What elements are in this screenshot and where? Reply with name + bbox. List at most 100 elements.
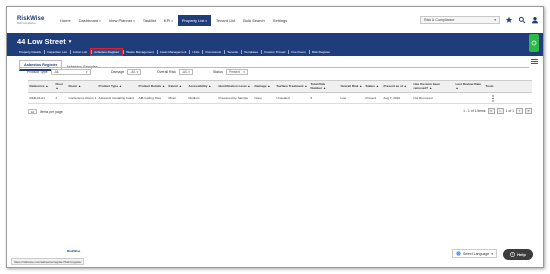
first-page-button[interactable]: « [487, 108, 495, 114]
subtab-waste-management[interactable]: Waste Management [123, 49, 157, 55]
filter-overall-risk: Overall Risk -All- ▾ [157, 69, 193, 75]
column-header[interactable]: Floor ▲ [54, 81, 67, 92]
chevron-down-icon: ▾ [205, 18, 207, 23]
quick-action-button[interactable] [529, 34, 539, 52]
nav-item-settings[interactable]: Settings [270, 16, 290, 25]
asbestos-register-table: Reference ▲ Floor ▲ Room ▲ Product Type ▲ Pr… [28, 80, 532, 104]
nav-item-label: Settings [272, 17, 288, 23]
chevron-down-icon: ▾ [171, 18, 173, 23]
tab-divider [19, 67, 529, 68]
column-header[interactable]: Surface Treatment ▲ [275, 81, 309, 92]
column-header[interactable]: Damage ▲ [253, 81, 275, 92]
next-page-button[interactable]: › [516, 108, 523, 114]
star-icon[interactable] [504, 15, 513, 24]
subtab-risk-register[interactable]: Risk Register [308, 49, 333, 55]
user-icon[interactable] [530, 15, 539, 24]
logo-subtext: Risk Compliance [17, 21, 36, 25]
overall-risk-select[interactable]: -All- ▾ [178, 69, 193, 75]
pagination-row: 10 Items per page 1 - 1 of 1 items « ‹ 1… [28, 107, 532, 117]
nav-item-property-list[interactable]: Property List▾ [177, 14, 211, 26]
column-header[interactable]: Room ▲ [67, 81, 97, 92]
table-cell: 2 [55, 96, 58, 100]
column-header[interactable]: Overall Risk ▲ [339, 81, 364, 92]
nav-item-tenant-list[interactable]: Tenant List [213, 16, 238, 25]
chevron-down-icon: ▾ [494, 18, 496, 22]
chevron-down-icon: ▾ [85, 70, 88, 74]
items-per-page: 10 Items per page [28, 109, 63, 114]
table-cell: Minor [168, 96, 177, 100]
nav-item-dashboard[interactable]: Dashboard▾ [76, 16, 104, 25]
column-header[interactable]: Has the item been removed? ▲ [412, 81, 454, 92]
chevron-down-icon: ▾ [133, 18, 135, 23]
chevron-down-icon: ▾ [188, 70, 190, 74]
help-icon: ? [510, 252, 516, 257]
nav-item-kpi[interactable]: KPI▾ [161, 16, 176, 25]
app-logo[interactable]: RiskWise Risk Compliance [17, 13, 47, 27]
column-header[interactable]: Product Details ▲ [137, 81, 167, 92]
subtab-templates[interactable]: Templates [240, 49, 261, 55]
table-cell: Medium [188, 96, 200, 100]
subtab-tenants[interactable]: Tenants [224, 49, 241, 55]
column-header[interactable]: Total Risk Number ▲ [309, 81, 339, 92]
property-name: 44 Low Street [17, 37, 66, 46]
property-subtabs: Property Details Inspection List Action Li… [16, 48, 333, 56]
subtab-action-list[interactable]: Action List [69, 49, 90, 55]
subtab-custom-thread[interactable]: Custom Thread [261, 49, 288, 55]
table-cell [454, 93, 484, 103]
items-per-page-select[interactable]: 10 [28, 109, 37, 114]
status-select[interactable]: Present ▾ [225, 69, 248, 75]
filter-product-type: Product Type -All- ▾ [27, 69, 91, 75]
nav-item-label: Tenant List [215, 17, 236, 23]
column-header[interactable]: Reference ▲ [28, 81, 54, 92]
help-label: Help [517, 252, 526, 257]
help-button[interactable]: ? Help [503, 249, 533, 260]
app-window: RiskWise Risk Compliance Home Dashboard▾ V… [6, 6, 544, 268]
subtab-asset-management[interactable]: Asset Management [156, 49, 190, 55]
prev-page-button[interactable]: ‹ [496, 108, 504, 114]
nav-item-label: Bulk Search [243, 17, 265, 23]
chevron-down-icon: ▾ [68, 38, 72, 45]
property-header: 44 Low Street ▾ Property Details Inspecti… [7, 33, 543, 56]
column-header[interactable]: Status ▲ [364, 81, 382, 92]
column-header[interactable]: Present as of ▲ [382, 81, 412, 92]
table-row[interactable]: R&R-01-01 2 Conference Room 1 Asbestos insu… [28, 93, 532, 104]
table-cell: Low [340, 96, 347, 100]
table-cell: Present [365, 96, 377, 100]
nav-item-label: View Planner [108, 17, 133, 23]
status-bar-url: https://riskwise.com/asbestos/register?t… [11, 258, 85, 265]
select-value: Present [228, 70, 240, 74]
more-options-icon[interactable] [486, 94, 501, 102]
table-header: Reference ▲ Floor ▲ Room ▲ Product Type ▲ Pr… [28, 80, 532, 93]
nav-item-view-planner[interactable]: View Planner▾ [106, 16, 138, 25]
nav-item-bulk-search[interactable]: Bulk Search [240, 16, 268, 25]
column-header[interactable]: Last Review Date ▲ [454, 81, 484, 92]
top-icons [504, 15, 539, 24]
filter-label: Overall Risk [157, 70, 176, 74]
column-header[interactable]: Extent ▲ [167, 81, 187, 92]
language-select[interactable]: G Select Language ▾ [451, 249, 497, 258]
search-icon[interactable] [517, 15, 526, 24]
subtab-fire-doors[interactable]: Fire Doors [288, 49, 308, 55]
product-type-select[interactable]: -All- ▾ [50, 69, 91, 75]
subtab-documents[interactable]: Documents [202, 49, 224, 55]
table-body: R&R-01-01 2 Conference Room 1 Asbestos insu… [28, 93, 532, 104]
subtab-inspection-list[interactable]: Inspection List [44, 49, 70, 55]
subtab-property-details[interactable]: Property Details [16, 49, 44, 55]
nav-menu: Home Dashboard▾ View Planner▾ Tasklist KPI▾ P… [57, 14, 290, 26]
select-value: -All- [53, 70, 60, 74]
organisation-select[interactable]: Risk & Compliance ▾ [420, 16, 500, 24]
last-page-button[interactable]: » [525, 108, 532, 114]
hamburger-menu-icon[interactable] [529, 56, 539, 66]
nav-item-home[interactable]: Home [57, 16, 74, 25]
subtab-units[interactable]: Units [189, 49, 202, 55]
nav-item-tasklist[interactable]: Tasklist [140, 16, 159, 25]
damage-select[interactable]: -All- ▾ [127, 69, 142, 75]
subtab-asbestos-register[interactable]: Asbestos Register [90, 48, 124, 56]
table-cell: Aug 7, 2022 [383, 96, 401, 100]
column-header[interactable]: Tools [484, 81, 502, 92]
column-header[interactable]: Identification Level ▲ [217, 81, 253, 92]
column-header[interactable]: Accessibility ▲ [187, 81, 217, 92]
property-title[interactable]: 44 Low Street ▾ [17, 37, 71, 46]
column-header[interactable]: Product Type ▲ [97, 81, 137, 92]
table-cell: Unsealed [276, 96, 290, 100]
